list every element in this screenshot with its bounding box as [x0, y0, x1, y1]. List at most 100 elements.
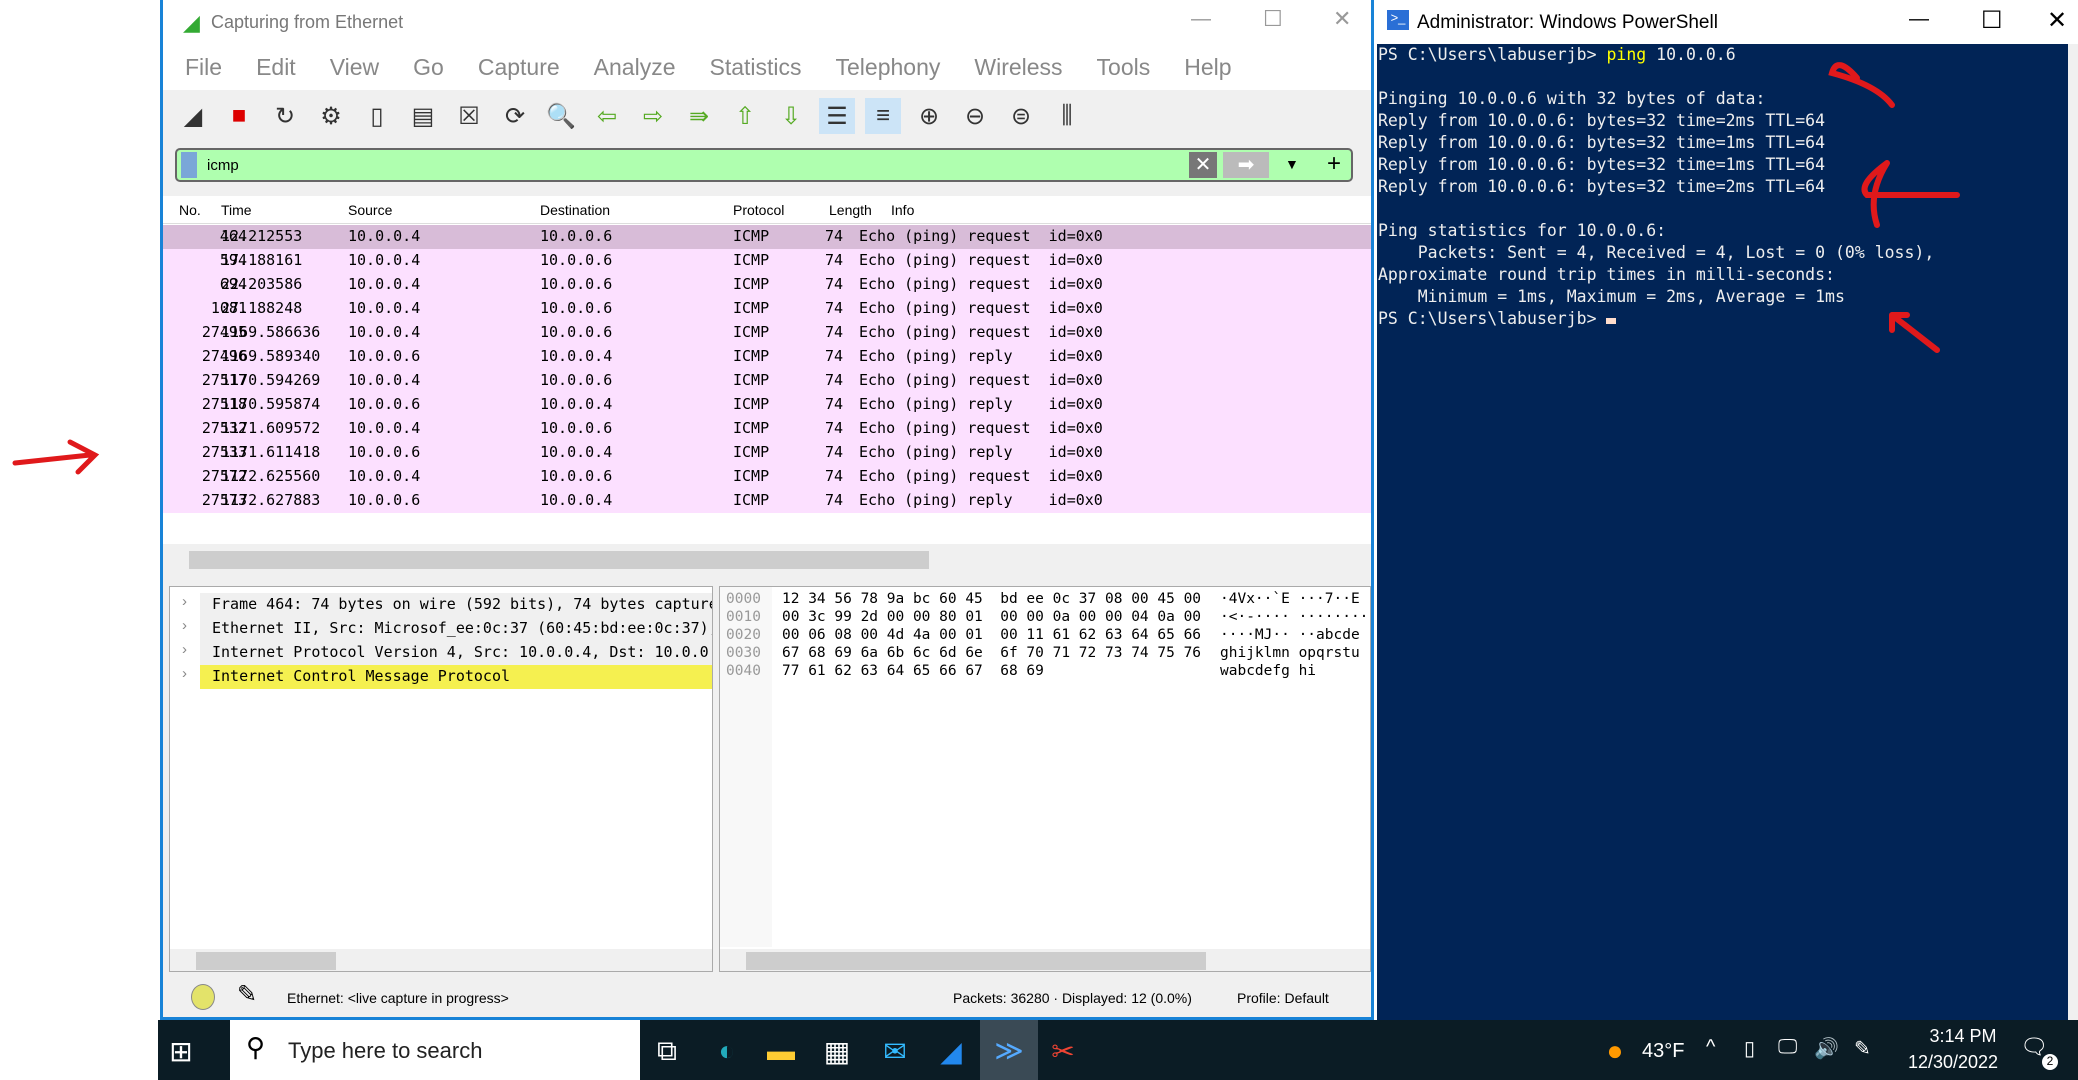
- packet-row[interactable]: 27573 1172.627883 10.0.0.6 10.0.0.4 ICMP 74 Ec…: [163, 489, 1371, 513]
- hex-bytes[interactable]: 77 61 62 63 64 65 66 67 68 69: [782, 663, 1044, 679]
- zoom-in-icon[interactable]: ⊕: [911, 98, 947, 134]
- ps-minimize-button[interactable]: —: [1909, 8, 1929, 31]
- hex-ascii[interactable]: ·<·-···· ········: [1220, 609, 1368, 625]
- mail-icon[interactable]: ✉: [874, 1030, 916, 1072]
- menu-tools[interactable]: Tools: [1097, 54, 1151, 81]
- packet-row[interactable]: 464 12.212553 10.0.0.4 10.0.0.6 ICMP 74 Echo (…: [163, 225, 1371, 249]
- close-button[interactable]: ✕: [1333, 6, 1351, 32]
- minimize-button[interactable]: —: [1191, 8, 1211, 31]
- menu-help[interactable]: Help: [1184, 54, 1231, 81]
- add-filter-button[interactable]: +: [1327, 150, 1341, 178]
- filter-input[interactable]: icmp: [207, 157, 239, 174]
- capture-comment-icon[interactable]: ✎: [237, 980, 257, 1009]
- store-icon[interactable]: ▦: [816, 1030, 858, 1072]
- packet-row[interactable]: 27496 1169.589340 10.0.0.6 10.0.0.4 ICMP 74 Ec…: [163, 345, 1371, 369]
- packet-row[interactable]: 27518 1170.595874 10.0.0.6 10.0.0.4 ICMP 74 Ec…: [163, 393, 1371, 417]
- column-header-destination[interactable]: Destination: [540, 202, 610, 218]
- filter-dropdown-icon[interactable]: ▼: [1285, 156, 1299, 172]
- expand-arrow-icon[interactable]: ›: [182, 665, 187, 682]
- restart-capture-icon[interactable]: ↻: [267, 98, 303, 134]
- bytes-hscrollbar[interactable]: [720, 949, 1370, 971]
- detail-tree-item[interactable]: Internet Protocol Version 4, Src: 10.0.0…: [200, 641, 712, 665]
- column-header-info[interactable]: Info: [891, 202, 914, 218]
- go-forward-icon[interactable]: ⇨: [635, 98, 671, 134]
- packet-row[interactable]: 694 22.203586 10.0.0.4 10.0.0.6 ICMP 74 Echo (…: [163, 273, 1371, 297]
- save-file-icon[interactable]: ▤: [405, 98, 441, 134]
- packet-row[interactable]: 27533 1171.611418 10.0.0.6 10.0.0.4 ICMP 74 Ec…: [163, 441, 1371, 465]
- zoom-out-icon[interactable]: ⊖: [957, 98, 993, 134]
- go-back-icon[interactable]: ⇦: [589, 98, 625, 134]
- detail-tree-item[interactable]: Internet Control Message Protocol: [200, 665, 712, 689]
- clock-date[interactable]: 12/30/2022: [1898, 1052, 2008, 1073]
- autoscroll-icon[interactable]: ☰: [819, 98, 855, 134]
- menu-file[interactable]: File: [185, 54, 222, 81]
- packet-row[interactable]: 27572 1172.625560 10.0.0.4 10.0.0.6 ICMP 74 Ec…: [163, 465, 1371, 489]
- details-hscrollbar[interactable]: [170, 949, 712, 971]
- expand-arrow-icon[interactable]: ›: [182, 617, 187, 634]
- packet-list-hscrollbar[interactable]: [163, 548, 1371, 570]
- go-to-packet-icon[interactable]: ⇛: [681, 98, 717, 134]
- file-explorer-icon[interactable]: ▬: [760, 1030, 802, 1072]
- menu-analyze[interactable]: Analyze: [594, 54, 676, 81]
- expert-info-icon[interactable]: [191, 984, 215, 1010]
- snipping-tool-icon[interactable]: ✂: [1042, 1030, 1084, 1072]
- task-view-icon[interactable]: ⧉: [646, 1030, 688, 1072]
- colorize-icon[interactable]: ≡: [865, 98, 901, 134]
- column-header-no[interactable]: No.: [179, 202, 201, 218]
- stop-capture-icon[interactable]: ■: [221, 98, 257, 134]
- packet-row[interactable]: 27532 1171.609572 10.0.0.4 10.0.0.6 ICMP 74 Ec…: [163, 417, 1371, 441]
- expand-arrow-icon[interactable]: ›: [182, 641, 187, 658]
- capture-options-icon[interactable]: ⚙: [313, 98, 349, 134]
- wireshark-taskbar-icon[interactable]: ◢: [930, 1030, 972, 1072]
- packet-row[interactable]: 594 17.188161 10.0.0.4 10.0.0.6 ICMP 74 Echo (…: [163, 249, 1371, 273]
- volume-icon[interactable]: 🔊: [1814, 1036, 1839, 1061]
- search-box[interactable]: ⚲ Type here to search: [230, 1020, 640, 1080]
- close-file-icon[interactable]: ☒: [451, 98, 487, 134]
- resize-columns-icon[interactable]: ⫼: [1049, 98, 1085, 134]
- network-icon[interactable]: 🖵: [1778, 1036, 1797, 1059]
- hex-bytes[interactable]: 00 06 08 00 4d 4a 00 01 00 11 61 62 63 6…: [782, 627, 1201, 643]
- clock-time[interactable]: 3:14 PM: [1918, 1026, 2008, 1047]
- weather-temp[interactable]: 43°F: [1642, 1040, 1684, 1063]
- first-packet-icon[interactable]: ⇧: [727, 98, 763, 134]
- menu-telephony[interactable]: Telephony: [836, 54, 941, 81]
- reload-file-icon[interactable]: ⟳: [497, 98, 533, 134]
- detail-tree-item[interactable]: Frame 464: 74 bytes on wire (592 bits), …: [200, 593, 712, 617]
- menu-view[interactable]: View: [330, 54, 379, 81]
- menu-go[interactable]: Go: [413, 54, 444, 81]
- column-header-length[interactable]: Length: [829, 202, 872, 218]
- hex-ascii[interactable]: wabcdefg hi: [1220, 663, 1316, 679]
- powershell-taskbar-icon[interactable]: ≫: [980, 1020, 1038, 1080]
- display-filter[interactable]: icmp ✕ ➡ ▼ +: [175, 148, 1353, 182]
- edge-icon[interactable]: ◐: [706, 1030, 748, 1072]
- hex-bytes[interactable]: 00 3c 99 2d 00 00 80 01 00 00 0a 00 00 0…: [782, 609, 1201, 625]
- apply-filter-icon[interactable]: ➡: [1223, 152, 1269, 178]
- column-header-protocol[interactable]: Protocol: [733, 202, 784, 218]
- hex-bytes[interactable]: 67 68 69 6a 6b 6c 6d 6e 6f 70 71 72 73 7…: [782, 645, 1201, 661]
- ps-maximize-button[interactable]: ☐: [1981, 6, 2003, 35]
- detail-tree-item[interactable]: Ethernet II, Src: Microsof_ee:0c:37 (60:…: [200, 617, 712, 641]
- menu-edit[interactable]: Edit: [256, 54, 296, 81]
- menu-wireless[interactable]: Wireless: [974, 54, 1062, 81]
- bookmark-icon[interactable]: [181, 152, 197, 178]
- meet-now-icon[interactable]: ▯: [1744, 1036, 1755, 1061]
- ps-close-button[interactable]: ✕: [2047, 6, 2067, 35]
- hex-ascii[interactable]: ·4Vx··`E ···7··E: [1220, 591, 1360, 607]
- expand-arrow-icon[interactable]: ›: [182, 593, 187, 610]
- normal-size-icon[interactable]: ⊜: [1003, 98, 1039, 134]
- find-packet-icon[interactable]: 🔍: [543, 98, 579, 134]
- hex-ascii[interactable]: ghijklmn opqrstu: [1220, 645, 1360, 661]
- start-button[interactable]: ⊞: [160, 1030, 202, 1072]
- hex-bytes[interactable]: 12 34 56 78 9a bc 60 45 bd ee 0c 37 08 0…: [782, 591, 1201, 607]
- weather-icon[interactable]: ●: [1594, 1030, 1636, 1072]
- menu-capture[interactable]: Capture: [478, 54, 560, 81]
- column-header-time[interactable]: Time: [221, 202, 252, 218]
- open-file-icon[interactable]: ▯: [359, 98, 395, 134]
- menu-statistics[interactable]: Statistics: [709, 54, 801, 81]
- packet-row[interactable]: 1081 27.188248 10.0.0.4 10.0.0.6 ICMP 74 Echo …: [163, 297, 1371, 321]
- column-header-source[interactable]: Source: [348, 202, 392, 218]
- packet-row[interactable]: 27517 1170.594269 10.0.0.4 10.0.0.6 ICMP 74 Ec…: [163, 369, 1371, 393]
- maximize-button[interactable]: ☐: [1263, 6, 1283, 32]
- show-hidden-icons[interactable]: ^: [1706, 1036, 1715, 1059]
- last-packet-icon[interactable]: ⇩: [773, 98, 809, 134]
